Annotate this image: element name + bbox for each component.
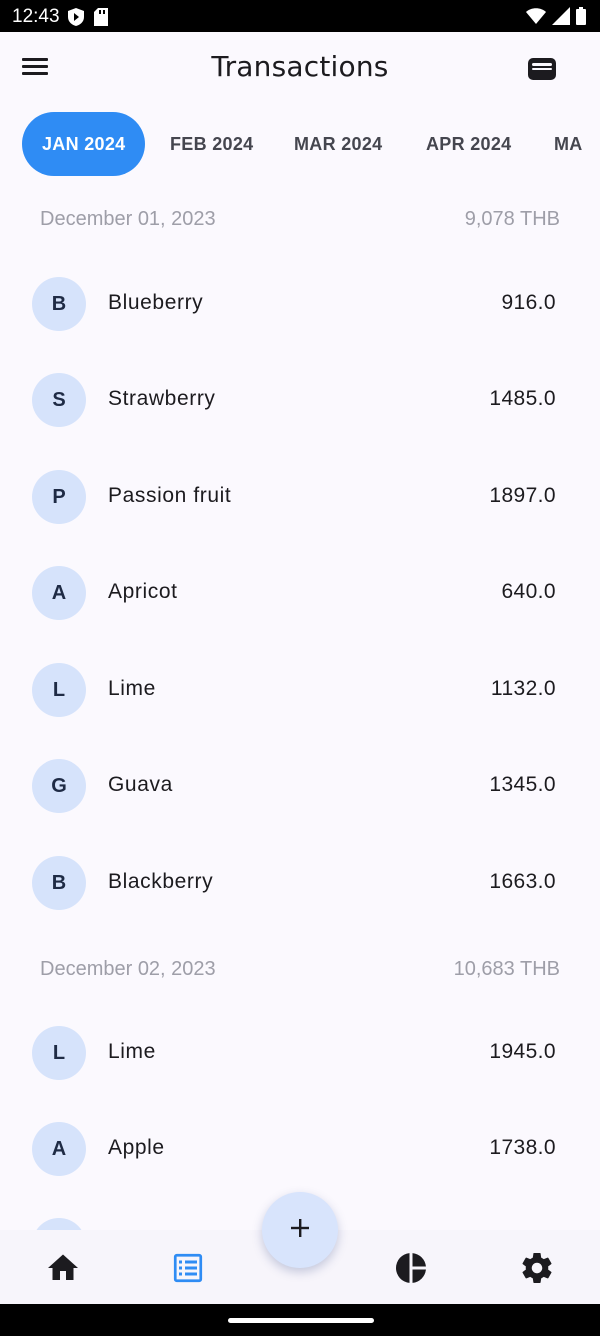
transaction-amount: 640.0 xyxy=(501,580,556,603)
tab-may-2024[interactable]: MA xyxy=(554,112,583,176)
transaction-name: Apple xyxy=(108,1136,165,1159)
transaction-name: Lime xyxy=(108,677,156,700)
date-group-header: December 02, 2023 10,683 THB xyxy=(0,950,600,990)
signal-icon xyxy=(552,7,570,30)
wifi-icon xyxy=(526,7,546,30)
transaction-name: Strawberry xyxy=(108,387,216,410)
transaction-amount: 1897.0 xyxy=(489,484,556,507)
tab-feb-2024[interactable]: FEB 2024 xyxy=(170,112,253,176)
transaction-amount: 1345.0 xyxy=(489,773,556,796)
transaction-row[interactable]: B Blueberry 916.0 xyxy=(0,255,600,351)
status-time: 12:43 xyxy=(12,6,60,27)
transaction-name: Blueberry xyxy=(108,291,204,314)
avatar: P xyxy=(32,470,86,524)
sd-card-icon xyxy=(94,8,108,31)
transaction-row[interactable]: S Strawberry 1485.0 xyxy=(0,351,600,447)
transaction-name: Guava xyxy=(108,773,173,796)
add-transaction-button[interactable] xyxy=(262,1192,338,1268)
date-total: 9,078 THB xyxy=(464,208,560,230)
avatar: B xyxy=(32,856,86,910)
transaction-row[interactable]: B Blackberry 1663.0 xyxy=(0,834,600,930)
transaction-amount: 1485.0 xyxy=(489,387,556,410)
tab-jan-2024[interactable]: JAN 2024 xyxy=(22,112,146,176)
month-tabs: JAN 2024 FEB 2024 MAR 2024 APR 2024 MA xyxy=(0,112,600,178)
tab-mar-2024[interactable]: MAR 2024 xyxy=(294,112,382,176)
transaction-amount: 916.0 xyxy=(501,291,556,314)
date-label: December 02, 2023 xyxy=(40,958,216,980)
transaction-row[interactable]: G Guava 1345.0 xyxy=(0,737,600,833)
app-screen: Transactions JAN 2024 FEB 2024 MAR 2024 … xyxy=(0,32,600,1304)
date-total: 10,683 THB xyxy=(453,958,560,980)
plus-icon xyxy=(289,1217,311,1244)
transaction-amount: 1132.0 xyxy=(490,677,556,700)
avatar: G xyxy=(32,759,86,813)
transaction-amount: 1663.0 xyxy=(489,870,556,893)
shield-play-icon xyxy=(68,8,84,31)
transaction-amount: 1945.0 xyxy=(489,1040,556,1063)
app-bar: Transactions xyxy=(0,32,600,104)
transaction-amount: 1738.0 xyxy=(489,1136,556,1159)
avatar: L xyxy=(32,663,86,717)
transaction-name: Apricot xyxy=(108,580,178,603)
pie-chart-icon[interactable] xyxy=(393,1250,429,1286)
date-label: December 01, 2023 xyxy=(40,208,216,230)
avatar: B xyxy=(32,277,86,331)
avatar: A xyxy=(32,1122,86,1176)
transaction-row[interactable]: A Apricot 640.0 xyxy=(0,544,600,640)
page-title: Transactions xyxy=(211,50,389,83)
list-icon[interactable] xyxy=(170,1250,206,1286)
avatar: A xyxy=(32,566,86,620)
date-group-header: December 01, 2023 9,078 THB xyxy=(0,200,600,240)
transaction-name: Passion fruit xyxy=(108,484,232,507)
avatar: L xyxy=(32,1026,86,1080)
gesture-bar[interactable] xyxy=(228,1318,374,1323)
transaction-name: Blackberry xyxy=(108,870,214,893)
transaction-row[interactable]: L Lime 1945.0 xyxy=(0,1004,600,1100)
home-icon[interactable] xyxy=(45,1250,81,1286)
transaction-row[interactable]: L Lime 1132.0 xyxy=(0,641,600,737)
transaction-name: Lime xyxy=(108,1040,156,1063)
avatar: S xyxy=(32,373,86,427)
settings-icon[interactable] xyxy=(519,1250,555,1286)
gesture-area xyxy=(0,1304,600,1336)
status-bar: 12:43 xyxy=(0,0,600,32)
transaction-row[interactable]: A Apple 1738.0 xyxy=(0,1100,600,1196)
transaction-row[interactable]: P Passion fruit 1897.0 xyxy=(0,448,600,544)
tab-apr-2024[interactable]: APR 2024 xyxy=(426,112,511,176)
wallet-icon[interactable] xyxy=(528,56,556,80)
battery-icon xyxy=(576,7,586,30)
